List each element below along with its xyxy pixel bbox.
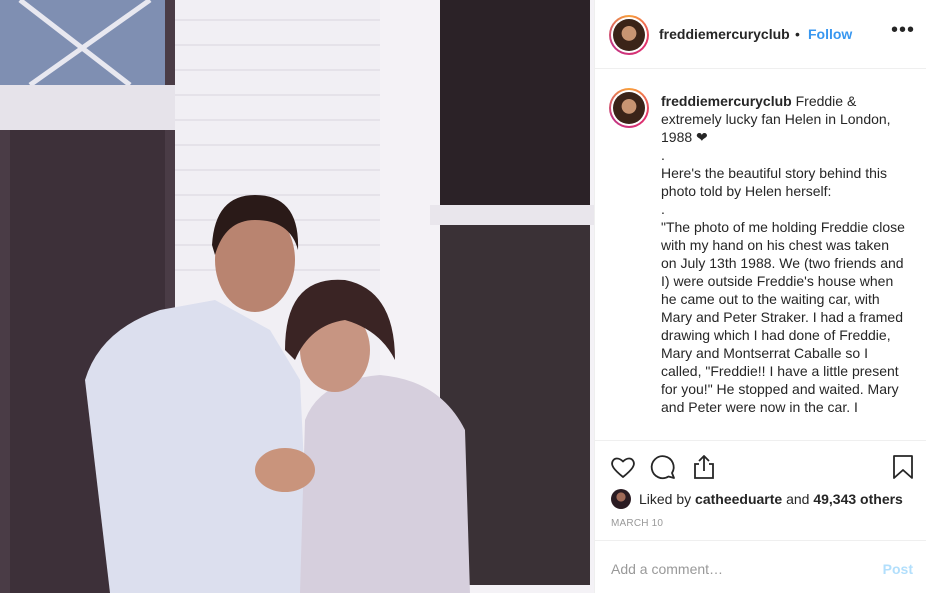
caption-line: .: [661, 201, 665, 217]
caption-line: .: [661, 147, 665, 163]
avatar[interactable]: [609, 15, 649, 55]
comment-icon[interactable]: [649, 453, 677, 481]
post-photo[interactable]: [0, 0, 594, 593]
comment-input[interactable]: [611, 559, 851, 579]
actions-section: Liked by catheeduarte and 49,343 others …: [595, 440, 926, 540]
liker-avatar[interactable]: [611, 489, 631, 509]
caption-area: freddiemercuryclub Freddie & extremely l…: [595, 70, 926, 438]
caption-line: "The photo of me holding Freddie close w…: [661, 219, 905, 415]
follow-button[interactable]: Follow: [808, 26, 852, 42]
post-details-panel: freddiemercuryclub • Follow ••• freddiem…: [594, 0, 926, 593]
caption-avatar[interactable]: [609, 88, 649, 128]
bookmark-icon[interactable]: [889, 453, 917, 481]
heart-icon[interactable]: [609, 453, 637, 481]
more-options-icon[interactable]: •••: [891, 20, 915, 40]
likes-count-link[interactable]: 49,343 others: [813, 491, 903, 507]
username-link[interactable]: freddiemercuryclub: [659, 26, 790, 42]
photo-image: [0, 0, 594, 593]
post-date[interactable]: MARCH 10: [611, 518, 663, 529]
share-icon[interactable]: [690, 453, 718, 481]
caption-username-link[interactable]: freddiemercuryclub: [661, 93, 792, 109]
caption-line: Here's the beautiful story behind this p…: [661, 165, 888, 199]
separator-dot: •: [795, 26, 800, 42]
caption-text: freddiemercuryclub Freddie & extremely l…: [661, 92, 907, 416]
post-header: freddiemercuryclub • Follow •••: [595, 0, 926, 69]
post-comment-button[interactable]: Post: [883, 561, 913, 577]
comment-form: Post: [595, 540, 926, 593]
liker-username-link[interactable]: catheeduarte: [695, 491, 782, 507]
